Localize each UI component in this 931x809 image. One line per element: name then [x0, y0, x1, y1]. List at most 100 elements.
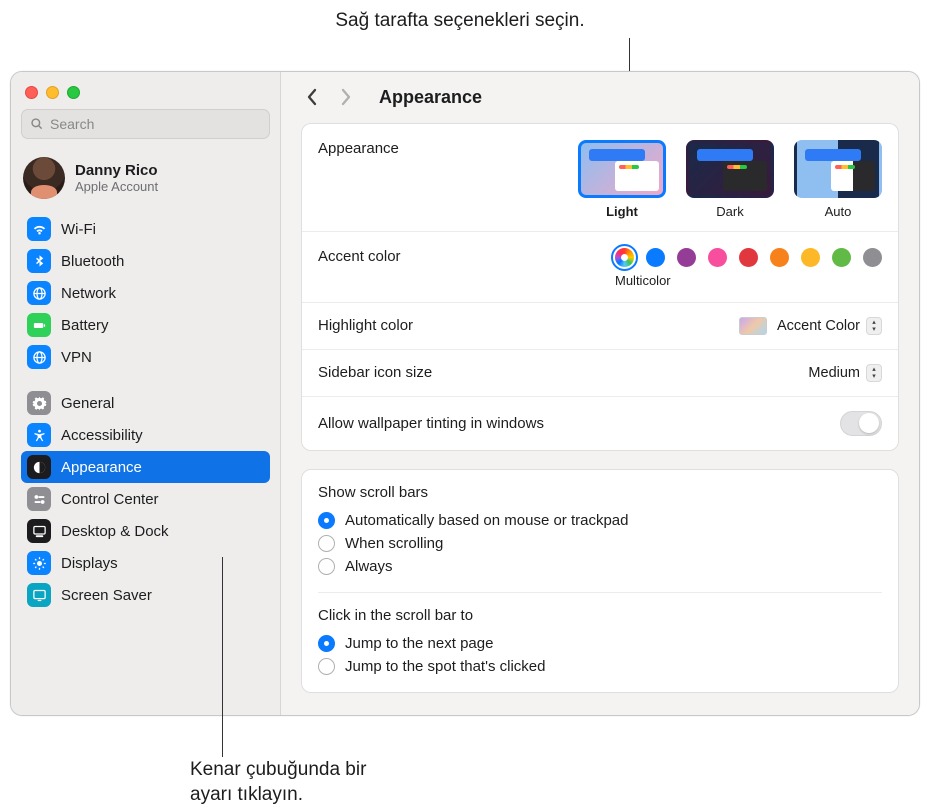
appearance-mode-light[interactable]: Light	[578, 140, 666, 219]
sidebar-item-controlcenter[interactable]: Control Center	[21, 483, 270, 515]
zoom-button[interactable]	[67, 86, 80, 99]
click-scrollbar-title: Click in the scroll bar to	[318, 607, 882, 624]
sidebar-size-label: Sidebar icon size	[318, 364, 432, 381]
mode-preview-light	[578, 140, 666, 198]
accent-swatch-orange[interactable]	[770, 248, 789, 267]
scroll-panel: Show scroll bars Automatically based on …	[301, 469, 899, 693]
mode-preview-auto	[794, 140, 882, 198]
accent-swatch-green[interactable]	[832, 248, 851, 267]
sidebar-item-displays[interactable]: Displays	[21, 547, 270, 579]
chevron-left-icon	[306, 88, 318, 106]
appearance-mode-auto[interactable]: Auto	[794, 140, 882, 219]
accent-swatch-pink[interactable]	[708, 248, 727, 267]
sidebar-item-bluetooth[interactable]: Bluetooth	[21, 245, 270, 277]
sidebar-item-label: Network	[61, 285, 116, 302]
chevron-right-icon	[340, 88, 352, 106]
appearance-icon	[27, 455, 51, 479]
accent-swatch-gray[interactable]	[863, 248, 882, 267]
wallpaper-tinting-row: Allow wallpaper tinting in windows	[302, 397, 898, 450]
search-placeholder: Search	[50, 116, 94, 132]
scrollbars-option[interactable]: Automatically based on mouse or trackpad	[318, 509, 882, 532]
search-input[interactable]: Search	[21, 109, 270, 139]
sidebar-item-desktopdock[interactable]: Desktop & Dock	[21, 515, 270, 547]
sidebar-item-network[interactable]: Network	[21, 277, 270, 309]
accent-swatch-purple[interactable]	[677, 248, 696, 267]
sidebar-item-screensaver[interactable]: Screen Saver	[21, 579, 270, 611]
avatar	[23, 157, 65, 199]
mode-label: Light	[606, 204, 638, 219]
appearance-panel: Appearance LightDarkAuto Accent color Mu…	[301, 123, 899, 451]
radio-icon	[318, 635, 335, 652]
close-button[interactable]	[25, 86, 38, 99]
sidebar-item-label: Screen Saver	[61, 587, 152, 604]
tinting-label: Allow wallpaper tinting in windows	[318, 415, 544, 432]
scrollbars-title: Show scroll bars	[318, 484, 882, 501]
display-icon	[27, 551, 51, 575]
appearance-mode-row: Appearance LightDarkAuto	[302, 124, 898, 232]
sidebar-size-value: Medium	[808, 365, 860, 381]
scrollbars-option[interactable]: When scrolling	[318, 532, 882, 555]
radio-icon	[318, 658, 335, 675]
radio-label: When scrolling	[345, 535, 443, 552]
accent-swatch-blue[interactable]	[646, 248, 665, 267]
back-button[interactable]	[297, 82, 327, 112]
wallpaper-tinting-toggle[interactable]	[840, 411, 882, 436]
highlight-swatch-icon	[739, 317, 767, 335]
mode-preview-dark	[686, 140, 774, 198]
vpn-icon	[27, 345, 51, 369]
highlight-color-row: Highlight color Accent Color ▴▾	[302, 303, 898, 350]
sidebar-item-wifi[interactable]: Wi-Fi	[21, 213, 270, 245]
sidebar-item-accessibility[interactable]: Accessibility	[21, 419, 270, 451]
sidebar-item-label: Accessibility	[61, 427, 143, 444]
network-icon	[27, 281, 51, 305]
accessibility-icon	[27, 423, 51, 447]
accent-swatch-multi[interactable]	[615, 248, 634, 267]
wifi-icon	[27, 217, 51, 241]
sidebar: Search Danny Rico Apple Account Wi-Fi Blu…	[11, 72, 281, 715]
highlight-color-popup[interactable]: Accent Color ▴▾	[739, 317, 882, 335]
radio-label: Jump to the spot that's clicked	[345, 658, 545, 675]
mode-label: Dark	[716, 204, 743, 219]
sidebar-item-battery[interactable]: Battery	[21, 309, 270, 341]
callout-bottom: Kenar çubuğunda birayarı tıklayın.	[190, 758, 366, 807]
radio-icon	[318, 535, 335, 552]
accent-swatch-red[interactable]	[739, 248, 758, 267]
accent-swatch-yellow[interactable]	[801, 248, 820, 267]
sidebar-item-label: Battery	[61, 317, 109, 334]
bluetooth-icon	[27, 249, 51, 273]
sidebar-item-appearance[interactable]: Appearance	[21, 451, 270, 483]
highlight-label: Highlight color	[318, 317, 413, 334]
radio-label: Automatically based on mouse or trackpad	[345, 512, 628, 529]
highlight-value: Accent Color	[777, 318, 860, 334]
callout-line-bottom	[222, 557, 223, 757]
radio-icon	[318, 512, 335, 529]
sidebar-size-popup[interactable]: Medium ▴▾	[808, 364, 882, 382]
page-title: Appearance	[379, 87, 482, 108]
gear-icon	[27, 391, 51, 415]
window-traffic-lights	[21, 80, 270, 109]
sidebar-item-label: Desktop & Dock	[61, 523, 169, 540]
sidebar-item-label: Displays	[61, 555, 118, 572]
sidebar-item-label: General	[61, 395, 114, 412]
accent-selected-label: Multicolor	[615, 273, 882, 288]
sidebar-icon-size-row: Sidebar icon size Medium ▴▾	[302, 350, 898, 397]
scrollbars-option[interactable]: Always	[318, 555, 882, 578]
apple-account-row[interactable]: Danny Rico Apple Account	[21, 153, 270, 213]
sidebar-item-general[interactable]: General	[21, 387, 270, 419]
account-subtitle: Apple Account	[75, 179, 158, 194]
switches-icon	[27, 487, 51, 511]
click-scrollbar-block: Click in the scroll bar to Jump to the n…	[302, 593, 898, 692]
sidebar-item-label: Control Center	[61, 491, 159, 508]
forward-button[interactable]	[331, 82, 361, 112]
mode-label: Auto	[825, 204, 852, 219]
sidebar-item-vpn[interactable]: VPN	[21, 341, 270, 373]
sidebar-item-label: Bluetooth	[61, 253, 124, 270]
appearance-mode-dark[interactable]: Dark	[686, 140, 774, 219]
click-scroll-option[interactable]: Jump to the next page	[318, 632, 882, 655]
radio-label: Jump to the next page	[345, 635, 493, 652]
accent-color-row: Accent color Multicolor	[302, 232, 898, 303]
popup-chevrons-icon: ▴▾	[866, 364, 882, 382]
popup-chevrons-icon: ▴▾	[866, 317, 882, 335]
click-scroll-option[interactable]: Jump to the spot that's clicked	[318, 655, 882, 678]
minimize-button[interactable]	[46, 86, 59, 99]
